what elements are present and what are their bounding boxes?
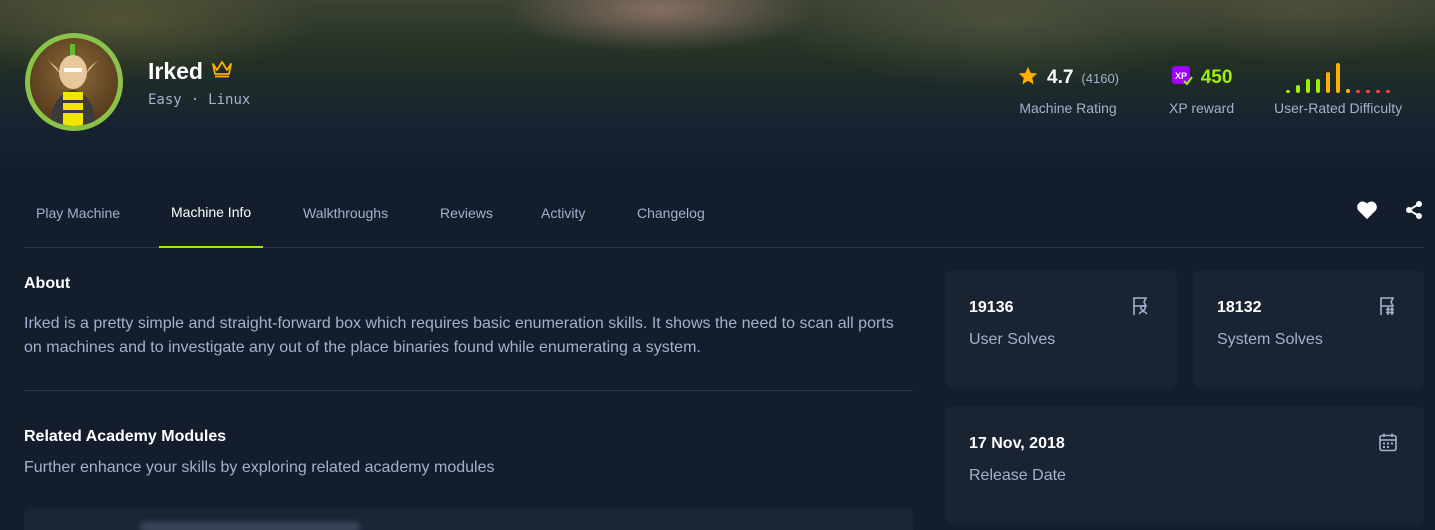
difficulty-bar bbox=[1316, 79, 1321, 93]
machine-tabs: Play Machine Machine Info Walkthroughs R… bbox=[24, 178, 1424, 248]
share-icon[interactable] bbox=[1404, 200, 1424, 225]
system-solves-label: System Solves bbox=[1217, 331, 1323, 348]
difficulty-chart bbox=[1286, 63, 1391, 93]
section-divider bbox=[24, 390, 913, 391]
difficulty-bar bbox=[1366, 90, 1371, 93]
difficulty-label: User-Rated Difficulty bbox=[1274, 100, 1403, 116]
release-date-card: 17 Nov, 2018 Release Date bbox=[945, 406, 1424, 525]
xp-badge-icon: XP bbox=[1171, 65, 1193, 92]
xp-label: XP reward bbox=[1169, 100, 1235, 116]
user-solves-value: 19136 bbox=[969, 299, 1014, 316]
user-rated-difficulty-stat[interactable]: User-Rated Difficulty bbox=[1274, 63, 1403, 116]
system-solves-value: 18132 bbox=[1217, 299, 1262, 316]
svg-text:XP: XP bbox=[1175, 71, 1187, 81]
difficulty-bar bbox=[1296, 85, 1301, 93]
rating-value: 4.7 bbox=[1047, 67, 1074, 88]
difficulty-bar bbox=[1346, 89, 1351, 93]
user-solves-card: 19136 User Solves bbox=[945, 270, 1177, 389]
calendar-icon bbox=[1378, 432, 1398, 452]
tab-activity[interactable]: Activity bbox=[529, 178, 597, 247]
tab-changelog[interactable]: Changelog bbox=[625, 178, 717, 247]
academy-module-placeholder bbox=[140, 522, 360, 530]
star-icon bbox=[1017, 65, 1039, 92]
machine-rating-stat: 4.7 (4160) Machine Rating bbox=[1017, 64, 1119, 116]
rating-count: (4160) bbox=[1081, 70, 1119, 86]
tab-machine-info[interactable]: Machine Info bbox=[159, 178, 264, 248]
difficulty-bar bbox=[1376, 90, 1381, 93]
modules-title: Related Academy Modules bbox=[24, 428, 227, 445]
modules-text: Further enhance your skills by exploring… bbox=[24, 459, 495, 476]
heart-icon[interactable] bbox=[1356, 200, 1378, 225]
difficulty-bar bbox=[1306, 79, 1311, 93]
xp-reward-stat: XP 450 XP reward bbox=[1169, 64, 1234, 116]
machine-avatar bbox=[25, 33, 123, 131]
system-solves-card: 18132 System Solves bbox=[1193, 270, 1424, 389]
about-title: About bbox=[24, 275, 71, 292]
root-flag-icon bbox=[1378, 296, 1398, 316]
machine-os: Linux bbox=[208, 92, 251, 108]
separator-dot: · bbox=[190, 92, 200, 108]
release-date-label: Release Date bbox=[969, 467, 1066, 484]
difficulty-bar bbox=[1336, 63, 1341, 93]
machine-difficulty: Easy bbox=[148, 92, 182, 108]
crown-icon bbox=[211, 60, 233, 83]
difficulty-bar bbox=[1326, 72, 1331, 93]
about-text: Irked is a pretty simple and straight-fo… bbox=[24, 315, 894, 356]
release-date-value: 17 Nov, 2018 bbox=[969, 435, 1065, 452]
difficulty-bar bbox=[1356, 90, 1361, 93]
machine-name: Irked bbox=[148, 58, 203, 84]
tab-play-machine[interactable]: Play Machine bbox=[24, 178, 132, 247]
tab-walkthroughs[interactable]: Walkthroughs bbox=[291, 178, 400, 247]
user-solves-label: User Solves bbox=[969, 331, 1056, 348]
user-flag-icon bbox=[1131, 296, 1151, 316]
mohawk-character-avatar bbox=[30, 38, 118, 126]
difficulty-bar bbox=[1386, 90, 1391, 93]
xp-value: 450 bbox=[1200, 67, 1233, 88]
tab-reviews[interactable]: Reviews bbox=[428, 178, 505, 247]
rating-label: Machine Rating bbox=[1019, 100, 1117, 116]
difficulty-bar bbox=[1286, 90, 1291, 93]
